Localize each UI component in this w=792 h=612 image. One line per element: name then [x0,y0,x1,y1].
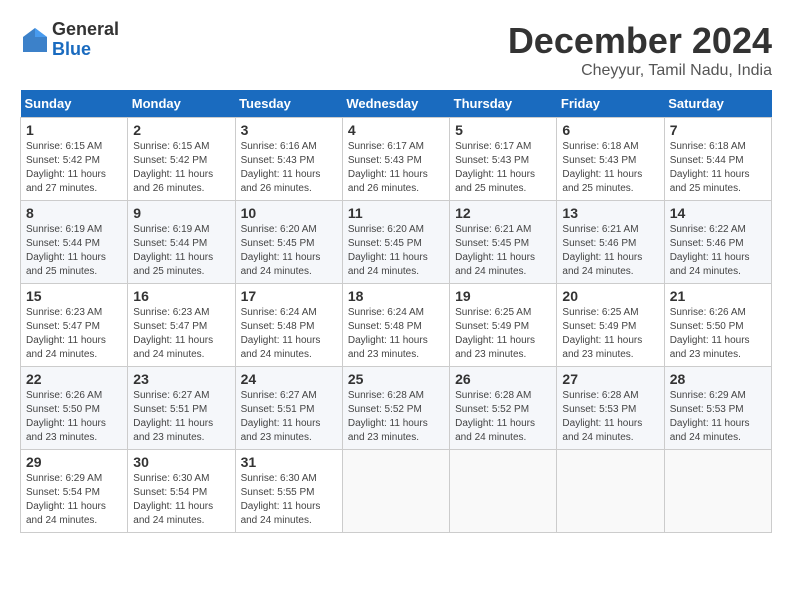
logo-general-text: General [52,20,119,40]
table-row: 4 Sunrise: 6:17 AM Sunset: 5:43 PM Dayli… [342,118,449,201]
col-wednesday: Wednesday [342,90,449,118]
table-row: 11 Sunrise: 6:20 AM Sunset: 5:45 PM Dayl… [342,201,449,284]
col-saturday: Saturday [664,90,771,118]
month-title: December 2024 [508,20,772,62]
table-row: 17 Sunrise: 6:24 AM Sunset: 5:48 PM Dayl… [235,284,342,367]
table-row: 9 Sunrise: 6:19 AM Sunset: 5:44 PM Dayli… [128,201,235,284]
table-row: 22 Sunrise: 6:26 AM Sunset: 5:50 PM Dayl… [21,367,128,450]
table-row: 29 Sunrise: 6:29 AM Sunset: 5:54 PM Dayl… [21,450,128,533]
page-header: General Blue December 2024 Cheyyur, Tami… [20,20,772,80]
week-row: 8 Sunrise: 6:19 AM Sunset: 5:44 PM Dayli… [21,201,772,284]
location: Cheyyur, Tamil Nadu, India [508,62,772,80]
col-tuesday: Tuesday [235,90,342,118]
table-row: 15 Sunrise: 6:23 AM Sunset: 5:47 PM Dayl… [21,284,128,367]
table-row: 14 Sunrise: 6:22 AM Sunset: 5:46 PM Dayl… [664,201,771,284]
col-friday: Friday [557,90,664,118]
week-row: 1 Sunrise: 6:15 AM Sunset: 5:42 PM Dayli… [21,118,772,201]
table-row: 20 Sunrise: 6:25 AM Sunset: 5:49 PM Dayl… [557,284,664,367]
table-row: 25 Sunrise: 6:28 AM Sunset: 5:52 PM Dayl… [342,367,449,450]
empty-cell [664,450,771,533]
col-sunday: Sunday [21,90,128,118]
title-block: December 2024 Cheyyur, Tamil Nadu, India [508,20,772,80]
table-row: 28 Sunrise: 6:29 AM Sunset: 5:53 PM Dayl… [664,367,771,450]
week-row: 15 Sunrise: 6:23 AM Sunset: 5:47 PM Dayl… [21,284,772,367]
table-row: 21 Sunrise: 6:26 AM Sunset: 5:50 PM Dayl… [664,284,771,367]
table-row: 31 Sunrise: 6:30 AM Sunset: 5:55 PM Dayl… [235,450,342,533]
table-row: 19 Sunrise: 6:25 AM Sunset: 5:49 PM Dayl… [450,284,557,367]
table-row: 1 Sunrise: 6:15 AM Sunset: 5:42 PM Dayli… [21,118,128,201]
col-monday: Monday [128,90,235,118]
logo-icon [20,25,50,55]
table-row: 12 Sunrise: 6:21 AM Sunset: 5:45 PM Dayl… [450,201,557,284]
table-row: 10 Sunrise: 6:20 AM Sunset: 5:45 PM Dayl… [235,201,342,284]
table-row: 5 Sunrise: 6:17 AM Sunset: 5:43 PM Dayli… [450,118,557,201]
table-row: 23 Sunrise: 6:27 AM Sunset: 5:51 PM Dayl… [128,367,235,450]
table-row: 8 Sunrise: 6:19 AM Sunset: 5:44 PM Dayli… [21,201,128,284]
logo: General Blue [20,20,119,60]
table-row: 2 Sunrise: 6:15 AM Sunset: 5:42 PM Dayli… [128,118,235,201]
logo-blue-text: Blue [52,40,119,60]
table-row: 13 Sunrise: 6:21 AM Sunset: 5:46 PM Dayl… [557,201,664,284]
empty-cell [342,450,449,533]
table-row: 3 Sunrise: 6:16 AM Sunset: 5:43 PM Dayli… [235,118,342,201]
table-row: 27 Sunrise: 6:28 AM Sunset: 5:53 PM Dayl… [557,367,664,450]
week-row: 22 Sunrise: 6:26 AM Sunset: 5:50 PM Dayl… [21,367,772,450]
table-row: 18 Sunrise: 6:24 AM Sunset: 5:48 PM Dayl… [342,284,449,367]
col-thursday: Thursday [450,90,557,118]
empty-cell [557,450,664,533]
week-row: 29 Sunrise: 6:29 AM Sunset: 5:54 PM Dayl… [21,450,772,533]
table-row: 16 Sunrise: 6:23 AM Sunset: 5:47 PM Dayl… [128,284,235,367]
table-row: 7 Sunrise: 6:18 AM Sunset: 5:44 PM Dayli… [664,118,771,201]
calendar-table: Sunday Monday Tuesday Wednesday Thursday… [20,90,772,533]
table-row: 26 Sunrise: 6:28 AM Sunset: 5:52 PM Dayl… [450,367,557,450]
table-row: 6 Sunrise: 6:18 AM Sunset: 5:43 PM Dayli… [557,118,664,201]
table-row: 30 Sunrise: 6:30 AM Sunset: 5:54 PM Dayl… [128,450,235,533]
header-row: Sunday Monday Tuesday Wednesday Thursday… [21,90,772,118]
table-row: 24 Sunrise: 6:27 AM Sunset: 5:51 PM Dayl… [235,367,342,450]
empty-cell [450,450,557,533]
